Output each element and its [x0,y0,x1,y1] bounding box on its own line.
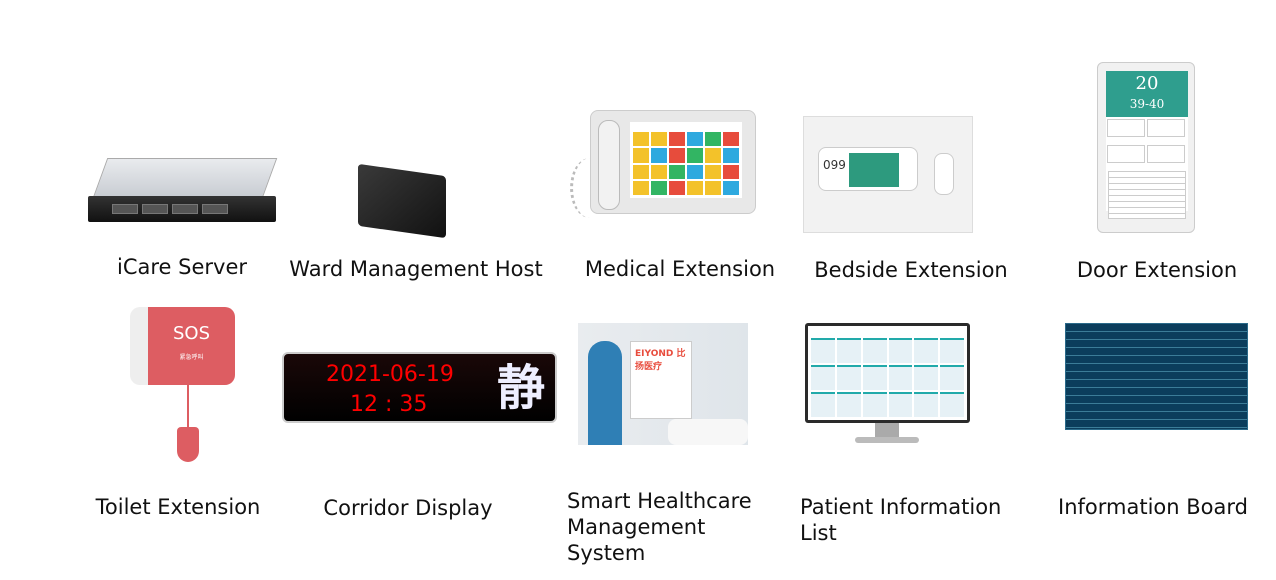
info-board-image [1065,323,1248,430]
display-date: 2021-06-19 [326,362,454,387]
label-bedside-extension: Bedside Extension [814,258,1008,282]
label-icare-server: iCare Server [117,255,247,279]
sos-subtext: 紧急呼叫 [179,354,204,361]
label-line: Smart Healthcare [567,489,752,513]
nurse-station-phone-image [570,108,756,220]
led-display-image: 2021-06-19 12 : 35 静 [282,352,557,423]
label-line: System [567,541,646,565]
bedside-terminal-image: 099 [803,116,973,233]
label-patient-information-list: Patient Information List [800,494,1001,546]
display-time: 12 : 35 [350,392,428,417]
door-tablet-image: 20 39-40 [1097,62,1195,233]
monitor-image [805,323,970,445]
label-ward-management-host: Ward Management Host [289,257,543,281]
label-medical-extension: Medical Extension [584,257,776,281]
server-image [88,158,278,224]
sos-text: SOS [172,323,211,344]
label-corridor-display: Corridor Display [323,496,493,520]
label-line: List [800,521,837,545]
label-door-extension: Door Extension [1076,258,1238,282]
healthcare-system-photo: EIYOND 比扬医疗 [578,323,748,445]
bedside-number: 099 [823,158,846,172]
bed-numbers: 39-40 [1129,97,1165,111]
label-information-board: Information Board [1058,495,1248,519]
label-smart-healthcare-system: Smart Healthcare Management System [567,488,752,566]
label-line: Management [567,515,706,539]
quiet-sign: 静 [496,360,545,416]
sos-button-image: SOS 紧急呼叫 [125,307,235,462]
host-box-image [358,160,446,239]
brand-logo: EIYOND 比扬医疗 [635,349,686,372]
label-toilet-extension: Toilet Extension [95,495,261,519]
room-number: 20 [1135,73,1159,94]
label-line: Patient Information [800,495,1002,519]
